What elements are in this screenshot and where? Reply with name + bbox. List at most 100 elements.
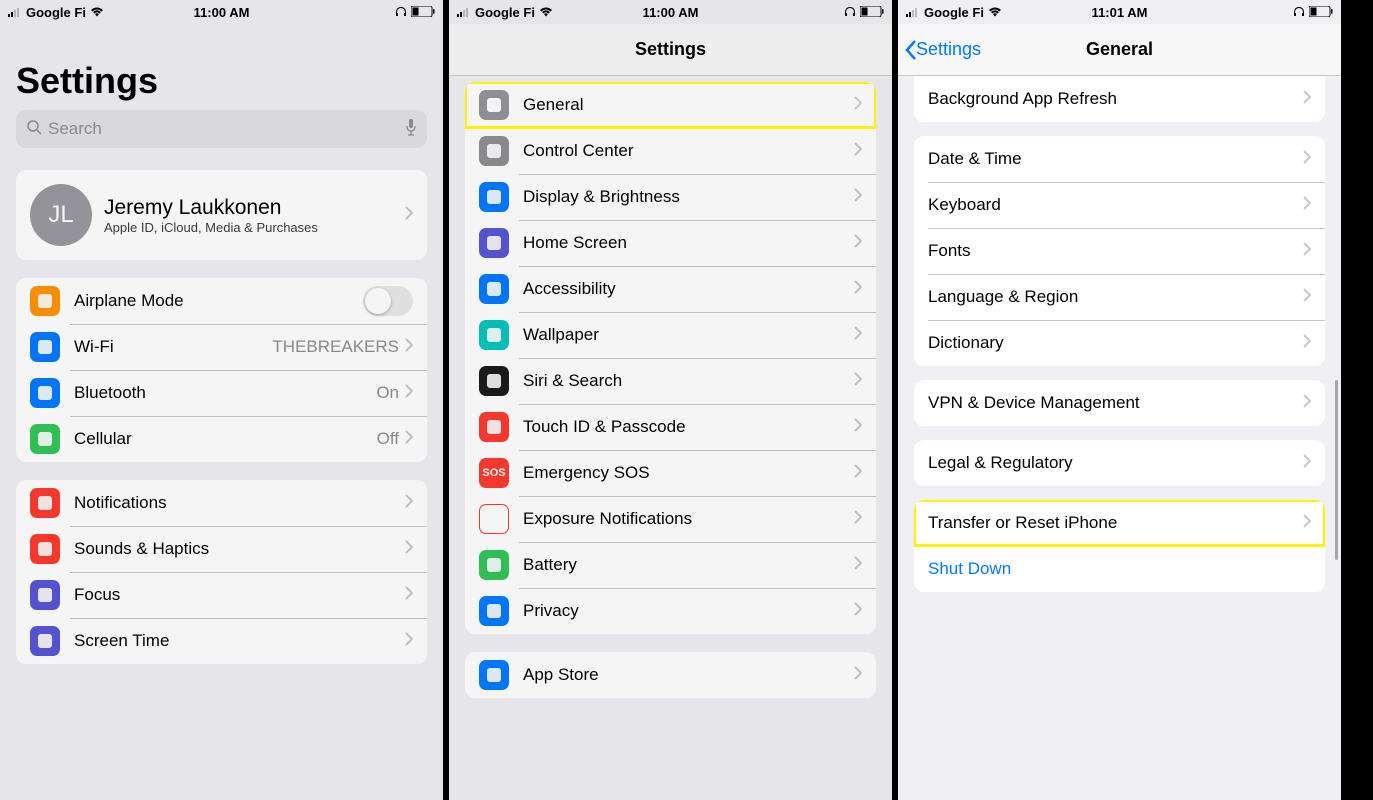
row-label: Privacy bbox=[523, 601, 854, 621]
settings-group: General Control Center Display & Brightn… bbox=[465, 82, 876, 634]
general-g0-row-0[interactable]: Background App Refresh bbox=[914, 76, 1325, 122]
network-row-3[interactable]: CellularOff bbox=[16, 416, 427, 462]
settings-row-11[interactable]: Privacy bbox=[465, 588, 876, 634]
wifi-icon bbox=[988, 5, 1002, 20]
general-g1-row-1[interactable]: Keyboard bbox=[914, 182, 1325, 228]
settings-row-10[interactable]: Battery bbox=[465, 542, 876, 588]
settings-row-7[interactable]: Touch ID & Passcode bbox=[465, 404, 876, 450]
row-label: Fonts bbox=[928, 241, 1303, 261]
profile-sub: Apple ID, iCloud, Media & Purchases bbox=[104, 220, 405, 235]
settings-row-8[interactable]: SOS Emergency SOS bbox=[465, 450, 876, 496]
reset-group: Transfer or Reset iPhone Shut Down bbox=[914, 500, 1325, 592]
general-g1-row-3[interactable]: Language & Region bbox=[914, 274, 1325, 320]
network-group: Airplane Mode Wi-FiTHEBREAKERS Bluetooth… bbox=[16, 278, 427, 462]
general-g2-row-0[interactable]: VPN & Device Management bbox=[914, 380, 1325, 426]
row-icon bbox=[30, 580, 60, 610]
profile-card[interactable]: JL Jeremy Laukkonen Apple ID, iCloud, Me… bbox=[16, 170, 427, 260]
general-g4-row-0[interactable]: Transfer or Reset iPhone bbox=[914, 500, 1325, 546]
row-label: VPN & Device Management bbox=[928, 393, 1303, 413]
chevron-right-icon bbox=[854, 280, 862, 299]
row-label: Emergency SOS bbox=[523, 463, 854, 483]
row-icon bbox=[479, 504, 509, 534]
headphones-icon bbox=[844, 5, 856, 20]
network-row-2[interactable]: BluetoothOn bbox=[16, 370, 427, 416]
header-title: Settings bbox=[635, 39, 706, 60]
row-label: General bbox=[523, 95, 854, 115]
row-label: Display & Brightness bbox=[523, 187, 854, 207]
row-icon bbox=[30, 286, 60, 316]
wifi-icon bbox=[539, 5, 553, 20]
system-row-0[interactable]: Notifications bbox=[16, 480, 427, 526]
chevron-right-icon bbox=[854, 96, 862, 115]
chevron-right-icon bbox=[854, 234, 862, 253]
system-row-1[interactable]: Sounds & Haptics bbox=[16, 526, 427, 572]
row-label: App Store bbox=[523, 665, 854, 685]
general-g3-row-0[interactable]: Legal & Regulatory bbox=[914, 440, 1325, 486]
row-label: Airplane Mode bbox=[74, 291, 363, 311]
profile-name: Jeremy Laukkonen bbox=[104, 196, 405, 220]
chevron-right-icon bbox=[1303, 454, 1311, 473]
chevron-right-icon bbox=[854, 556, 862, 575]
row-icon bbox=[479, 274, 509, 304]
status-bar: Google Fi 11:01 AM bbox=[898, 0, 1341, 24]
chevron-right-icon bbox=[1303, 90, 1311, 109]
system-row-2[interactable]: Focus bbox=[16, 572, 427, 618]
extra-row-0[interactable]: App Store bbox=[465, 652, 876, 698]
clock: 11:00 AM bbox=[194, 5, 250, 20]
toggle-switch[interactable] bbox=[363, 286, 413, 316]
row-value: THEBREAKERS bbox=[272, 337, 399, 357]
settings-row-0[interactable]: General bbox=[465, 82, 876, 128]
row-label: Transfer or Reset iPhone bbox=[928, 513, 1303, 533]
network-row-0[interactable]: Airplane Mode bbox=[16, 278, 427, 324]
back-button[interactable]: Settings bbox=[904, 39, 981, 61]
general-g1-row-4[interactable]: Dictionary bbox=[914, 320, 1325, 366]
settings-row-3[interactable]: Home Screen bbox=[465, 220, 876, 266]
settings-row-1[interactable]: Control Center bbox=[465, 128, 876, 174]
wifi-icon bbox=[90, 5, 104, 20]
chevron-right-icon bbox=[854, 510, 862, 529]
row-label: Home Screen bbox=[523, 233, 854, 253]
chevron-right-icon bbox=[1303, 514, 1311, 533]
row-value: On bbox=[376, 383, 399, 403]
carrier-label: Google Fi bbox=[26, 5, 86, 20]
row-label: Date & Time bbox=[928, 149, 1303, 169]
network-row-1[interactable]: Wi-FiTHEBREAKERS bbox=[16, 324, 427, 370]
row-icon bbox=[30, 626, 60, 656]
chevron-right-icon bbox=[405, 632, 413, 651]
legal-group: Legal & Regulatory bbox=[914, 440, 1325, 486]
battery-icon bbox=[860, 5, 884, 20]
search-icon bbox=[26, 119, 42, 140]
page-title: Settings bbox=[0, 24, 443, 110]
signal-icon bbox=[8, 5, 22, 20]
pane-general: Google Fi 11:01 AM Settings General Back… bbox=[898, 0, 1347, 800]
general-g4-row-1[interactable]: Shut Down bbox=[914, 546, 1325, 592]
chevron-right-icon bbox=[405, 384, 413, 403]
row-icon bbox=[479, 320, 509, 350]
chevron-right-icon bbox=[1303, 394, 1311, 413]
settings-row-5[interactable]: Wallpaper bbox=[465, 312, 876, 358]
settings-row-9[interactable]: Exposure Notifications bbox=[465, 496, 876, 542]
chevron-right-icon bbox=[854, 188, 862, 207]
row-label: Shut Down bbox=[928, 559, 1311, 579]
row-label: Wallpaper bbox=[523, 325, 854, 345]
row-label: Wi-Fi bbox=[74, 337, 272, 357]
row-icon bbox=[30, 534, 60, 564]
settings-row-6[interactable]: Siri & Search bbox=[465, 358, 876, 404]
settings-row-4[interactable]: Accessibility bbox=[465, 266, 876, 312]
nav-header: Settings bbox=[449, 24, 892, 76]
row-label: Keyboard bbox=[928, 195, 1303, 215]
chevron-right-icon bbox=[1303, 196, 1311, 215]
battery-icon bbox=[1309, 5, 1333, 20]
row-icon bbox=[479, 228, 509, 258]
row-icon bbox=[479, 412, 509, 442]
chevron-right-icon bbox=[405, 540, 413, 559]
mic-icon[interactable] bbox=[405, 118, 417, 141]
general-g1-row-2[interactable]: Fonts bbox=[914, 228, 1325, 274]
pane-settings-list: Google Fi 11:00 AM Settings General Cont… bbox=[449, 0, 898, 800]
general-g1-row-0[interactable]: Date & Time bbox=[914, 136, 1325, 182]
system-row-3[interactable]: Screen Time bbox=[16, 618, 427, 664]
settings-row-2[interactable]: Display & Brightness bbox=[465, 174, 876, 220]
nav-header: Settings General bbox=[898, 24, 1341, 76]
row-icon bbox=[30, 424, 60, 454]
search-input[interactable]: Search bbox=[16, 110, 427, 148]
